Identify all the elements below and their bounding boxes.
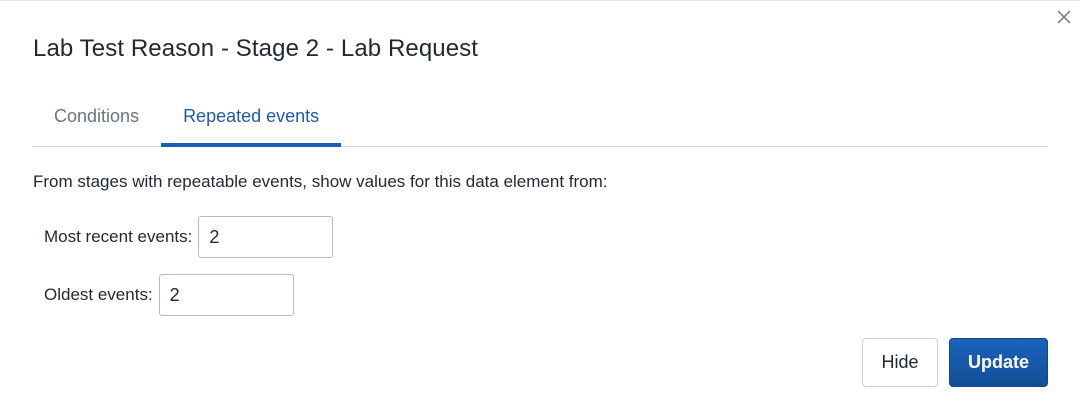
dialog-title: Lab Test Reason - Stage 2 - Lab Request — [33, 35, 479, 62]
oldest-events-row: Oldest events: — [44, 274, 294, 316]
hide-button[interactable]: Hide — [862, 338, 938, 387]
close-icon — [1057, 10, 1071, 24]
close-button[interactable] — [1056, 9, 1072, 25]
most-recent-events-input[interactable] — [198, 216, 334, 258]
lab-test-reason-dialog: Lab Test Reason - Stage 2 - Lab Request … — [0, 0, 1080, 417]
most-recent-events-row: Most recent events: — [44, 216, 334, 258]
oldest-events-label: Oldest events: — [44, 285, 153, 304]
update-button[interactable]: Update — [949, 338, 1048, 387]
tab-conditions[interactable]: Conditions — [32, 93, 161, 146]
most-recent-events-label: Most recent events: — [44, 227, 193, 246]
tab-bar: Conditions Repeated events — [32, 93, 1048, 147]
oldest-events-input[interactable] — [158, 274, 294, 316]
tab-repeated-events[interactable]: Repeated events — [161, 93, 342, 147]
repeated-events-description: From stages with repeatable events, show… — [33, 172, 608, 191]
